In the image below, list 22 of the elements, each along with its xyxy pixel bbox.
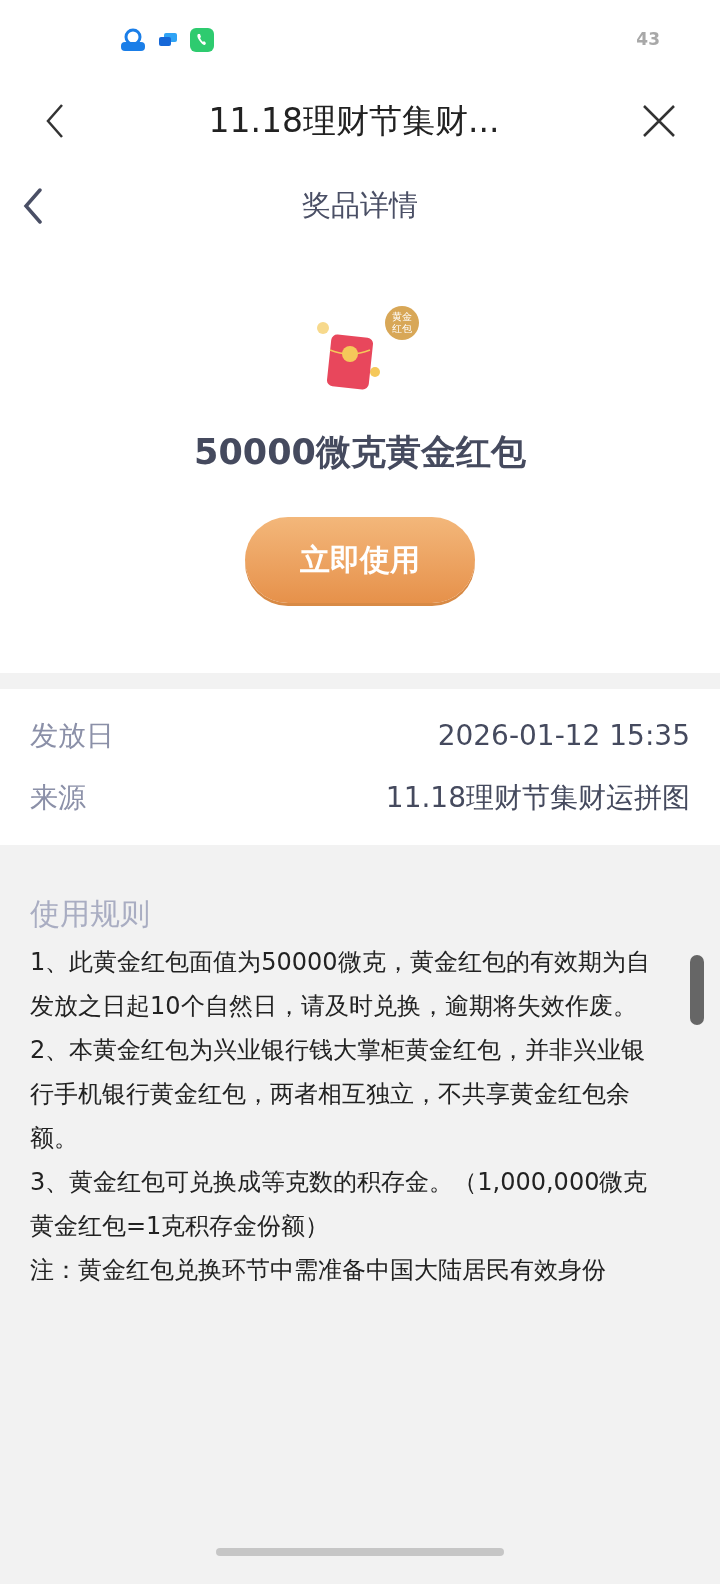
rule-text: 2、本黄金红包为兴业银行钱大掌柜黄金红包，并非兴业银行手机银行黄金红包，两者相互独立，不共享黄金红包余额。 — [30, 1034, 647, 1154]
rule-text: 3、黄金红包可兑换成等克数的积存金。（1,000,000微克黄金红包=1克积存金份额） — [30, 1166, 649, 1242]
scrollbar[interactable] — [690, 954, 704, 1025]
rule-text: 1、此黄金红包面值为50000微克，黄金红包的有效期为自发放之日起10个自然日，请及时兑换，逾期将失效作废。 — [30, 946, 651, 1022]
close-icon[interactable] — [642, 104, 676, 138]
chat-icon — [158, 32, 178, 48]
detail-value: 2026-01-12 15:35 — [437, 717, 690, 754]
app-icon — [120, 28, 146, 52]
page-title: 奖品详情 — [301, 187, 419, 225]
prize-name: 50000微克黄金红包 — [194, 431, 526, 474]
prize-badge: 黄金红包 — [385, 306, 419, 340]
web-title: 11.18理财节集财... — [207, 100, 501, 143]
back-icon[interactable] — [22, 188, 44, 224]
back-icon[interactable] — [44, 103, 66, 139]
detail-value: 11.18理财节集财运拼图 — [385, 779, 690, 816]
detail-label: 发放日 — [30, 717, 114, 754]
phone-icon — [190, 28, 214, 52]
detail-label: 来源 — [30, 779, 86, 816]
rule-text: 注：黄金红包兑换环节中需准备中国大陆居民有效身份 — [30, 1254, 607, 1286]
rules-title: 使用规则 — [30, 894, 151, 933]
use-now-button[interactable]: 立即使用 — [245, 516, 475, 603]
battery-level: 43 — [636, 28, 660, 52]
